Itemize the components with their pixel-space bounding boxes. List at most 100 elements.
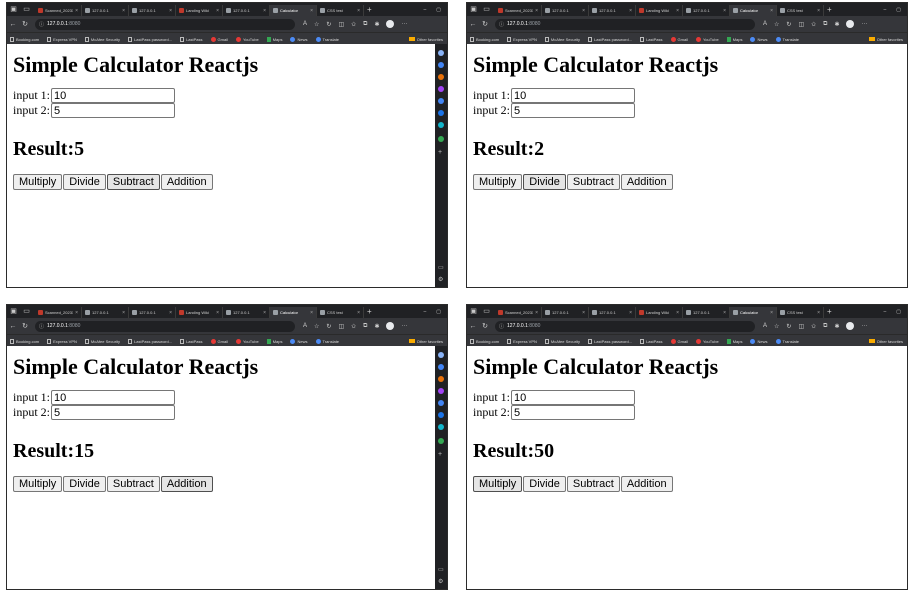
divide-button[interactable]: Divide — [523, 174, 566, 190]
shopping-sidebar-icon[interactable] — [438, 376, 444, 382]
browser-tab[interactable]: 127.0.0.1 × — [129, 307, 176, 318]
bookmark-item[interactable]: LastPass password... — [588, 338, 632, 344]
tab-close-icon[interactable]: × — [75, 310, 78, 316]
input-1-field[interactable] — [511, 88, 636, 103]
tab-close-icon[interactable]: × — [629, 310, 632, 316]
browser-tab[interactable]: 127.0.0.1 × — [589, 307, 636, 318]
split-screen-icon[interactable]: ◫ — [338, 21, 344, 28]
minimize-icon[interactable]: – — [423, 7, 426, 13]
profile-avatar-icon[interactable] — [846, 20, 855, 28]
profile-avatar-icon[interactable] — [846, 322, 855, 330]
divide-button[interactable]: Divide — [63, 476, 106, 492]
input-2-field[interactable] — [51, 405, 176, 420]
bookmark-item[interactable]: Express VPN — [507, 338, 537, 344]
tab-close-icon[interactable]: × — [582, 8, 585, 14]
split-screen-icon[interactable]: ◫ — [338, 323, 344, 330]
tab-close-icon[interactable]: × — [770, 8, 773, 14]
addition-button[interactable]: Addition — [620, 174, 673, 190]
minimize-icon[interactable]: – — [883, 309, 886, 315]
favorites-icon[interactable]: ✩ — [811, 323, 816, 330]
browser-tab[interactable]: 127.0.0.1 × — [683, 5, 730, 16]
bookmark-item[interactable]: Gmail — [670, 36, 688, 42]
browser-tab[interactable]: Landing Wiki × — [176, 307, 223, 318]
tab-close-icon[interactable]: × — [263, 310, 266, 316]
bookmark-item[interactable]: YouTube — [695, 338, 719, 344]
favorite-star-icon[interactable]: ☆ — [314, 323, 319, 330]
browser-tab[interactable]: Landing Wiki × — [176, 5, 223, 16]
site-info-icon[interactable]: ⓘ — [499, 323, 504, 330]
bookmark-item[interactable]: McAfee Security — [544, 36, 580, 42]
split-screen-icon[interactable]: ◫ — [798, 21, 804, 28]
divide-button[interactable]: Divide — [63, 174, 106, 190]
bookmark-item[interactable]: LastPass — [180, 338, 203, 344]
favorites-icon[interactable]: ✩ — [351, 21, 356, 28]
favorite-star-icon[interactable]: ☆ — [774, 323, 779, 330]
tab-close-icon[interactable]: × — [629, 8, 632, 14]
back-icon[interactable]: ← — [467, 21, 479, 28]
bookmark-item[interactable]: Booking.com — [10, 338, 39, 344]
workspaces-icon[interactable]: ▣ — [469, 5, 478, 14]
minimize-icon[interactable]: – — [883, 7, 886, 13]
bookmark-item[interactable]: Booking.com — [470, 36, 499, 42]
refresh-icon[interactable]: ↻ — [479, 20, 491, 28]
back-icon[interactable]: ← — [7, 323, 19, 330]
bookmark-item[interactable]: LastPass password... — [588, 36, 632, 42]
tab-close-icon[interactable]: × — [122, 8, 125, 14]
bookmark-item[interactable]: Maps — [726, 338, 742, 344]
sidebar-settings-icon[interactable]: ⚙ — [438, 579, 443, 585]
addition-button[interactable]: Addition — [620, 476, 673, 492]
bookmark-item[interactable]: News — [290, 36, 308, 42]
browser-tab[interactable]: 127.0.0.1 × — [129, 5, 176, 16]
bookmark-item[interactable]: Gmail — [210, 36, 228, 42]
bookmark-item[interactable]: YouTube — [695, 36, 719, 42]
input-1-field[interactable] — [511, 390, 636, 405]
browser-tab[interactable]: Calculator × — [730, 307, 777, 318]
bookmark-item[interactable]: News — [750, 36, 768, 42]
office-sidebar-icon[interactable] — [438, 412, 444, 418]
bookmark-item[interactable]: Translate — [775, 338, 799, 344]
tab-close-icon[interactable]: × — [817, 8, 820, 14]
tab-actions-icon[interactable]: ▭ — [22, 307, 31, 316]
browser-tab[interactable]: 127.0.0.1 × — [683, 307, 730, 318]
refresh-icon[interactable]: ↻ — [479, 322, 491, 330]
tab-close-icon[interactable]: × — [582, 310, 585, 316]
tab-close-icon[interactable]: × — [817, 310, 820, 316]
add-sidebar-app-icon[interactable]: + — [438, 451, 442, 458]
bookmark-item[interactable]: Express VPN — [507, 36, 537, 42]
bookmark-item[interactable]: LastPass password... — [128, 36, 172, 42]
workspaces-icon[interactable]: ▣ — [9, 5, 18, 14]
bookmark-item[interactable]: Express VPN — [47, 36, 77, 42]
bookmark-item[interactable]: News — [750, 338, 768, 344]
profile-avatar-icon[interactable] — [386, 322, 395, 330]
new-tab-button[interactable]: + — [827, 5, 832, 14]
read-aloud-icon[interactable]: A — [763, 21, 767, 27]
maximize-icon[interactable]: ▢ — [896, 7, 901, 13]
back-icon[interactable]: ← — [467, 323, 479, 330]
bookmark-item[interactable]: McAfee Security — [84, 338, 120, 344]
address-bar[interactable]: ⓘ 127.0.0.1 :8080 — [35, 320, 295, 332]
refresh-extension-icon[interactable]: ↻ — [786, 323, 791, 330]
collections-icon[interactable]: ⧉ — [363, 21, 367, 28]
tab-close-icon[interactable]: × — [723, 8, 726, 14]
outlook-sidebar-icon[interactable] — [438, 122, 444, 128]
new-tab-button[interactable]: + — [367, 307, 372, 316]
browser-tab[interactable]: Scanned_20231 × — [35, 5, 82, 16]
browser-tab[interactable]: CSS test × — [777, 5, 824, 16]
tab-actions-icon[interactable]: ▭ — [482, 307, 491, 316]
tab-close-icon[interactable]: × — [676, 8, 679, 14]
bookmark-item[interactable]: Gmail — [670, 338, 688, 344]
site-info-icon[interactable]: ⓘ — [39, 323, 44, 330]
bookmark-item[interactable]: Translate — [315, 36, 339, 42]
browser-tab[interactable]: Scanned_20231 × — [495, 5, 542, 16]
more-menu-icon[interactable]: ··· — [401, 323, 407, 329]
bookmark-item[interactable]: Express VPN — [47, 338, 77, 344]
browser-tab[interactable]: Landing Wiki × — [636, 5, 683, 16]
copilot-sidebar-icon[interactable] — [438, 62, 444, 68]
tab-close-icon[interactable]: × — [75, 8, 78, 14]
input-1-field[interactable] — [51, 88, 176, 103]
bookmark-item[interactable]: LastPass — [640, 338, 663, 344]
maximize-icon[interactable]: ▢ — [436, 309, 441, 315]
read-aloud-icon[interactable]: A — [303, 21, 307, 27]
bookmark-item[interactable]: LastPass — [180, 36, 203, 42]
drop-sidebar-icon[interactable] — [438, 438, 444, 444]
